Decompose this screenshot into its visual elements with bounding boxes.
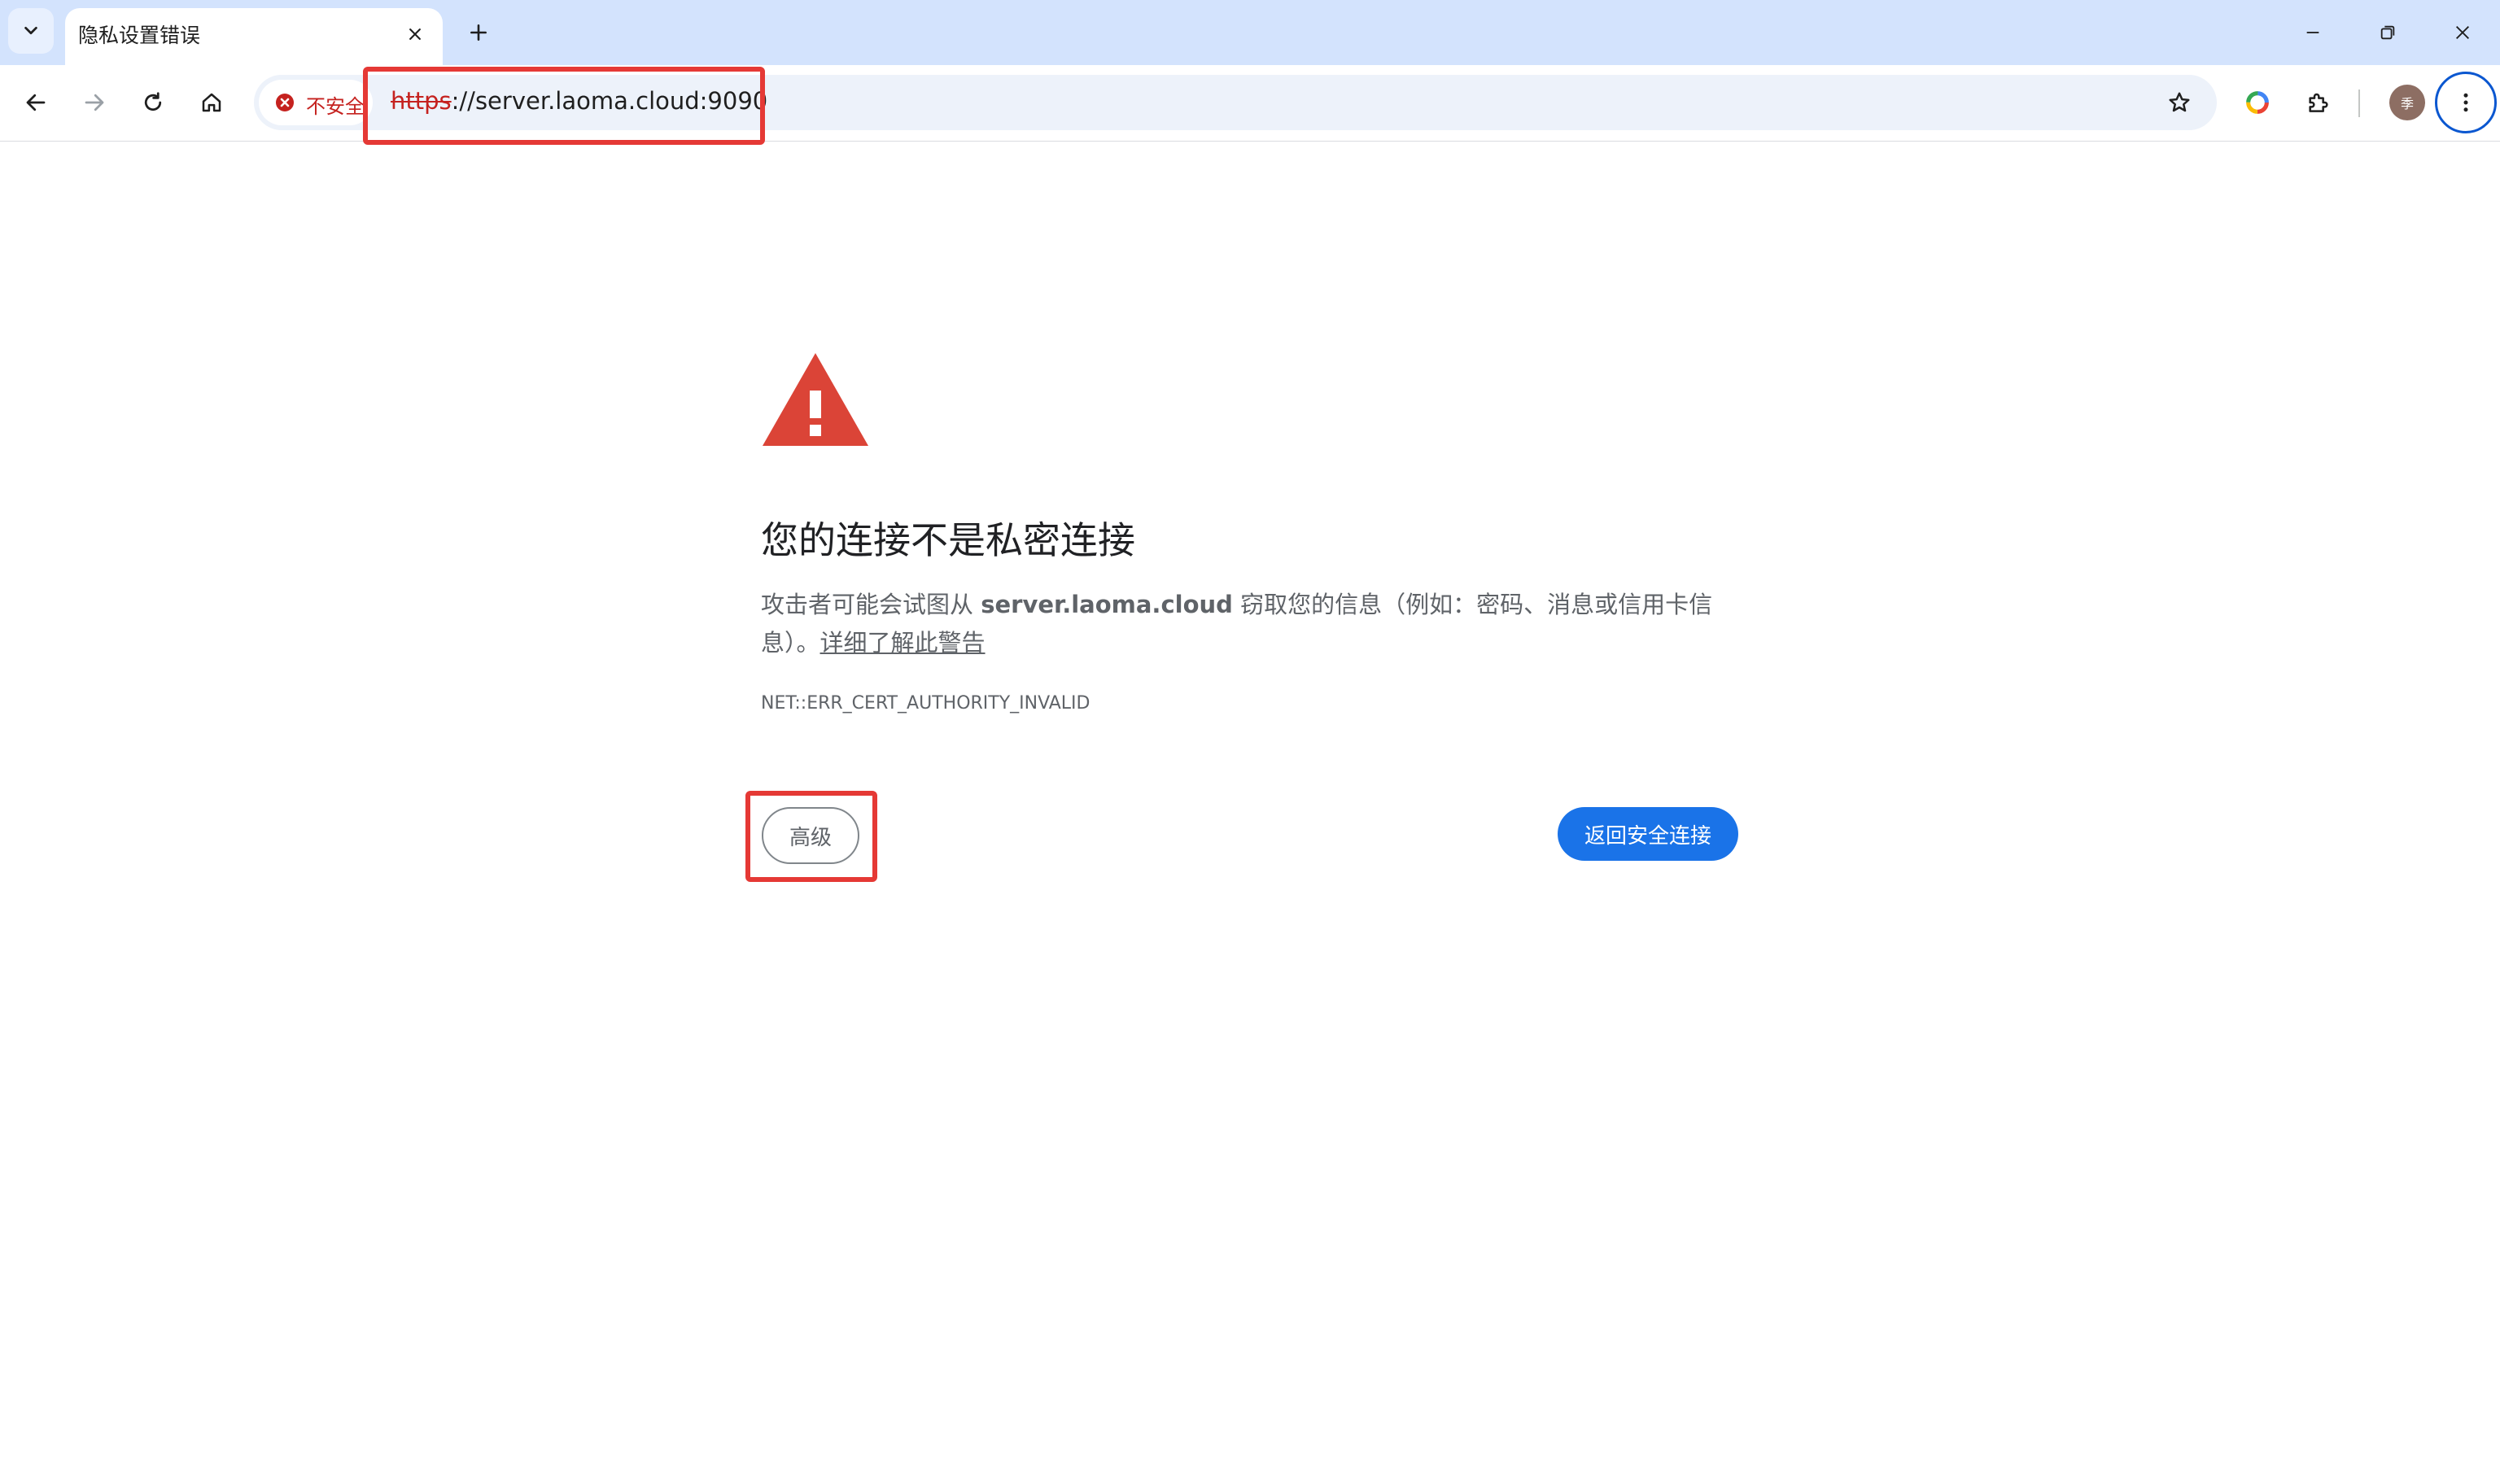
star-icon (2169, 92, 2190, 112)
google-icon (2246, 91, 2269, 114)
home-button[interactable] (189, 80, 234, 125)
explanation-text-before: 攻击者可能会试图从 (761, 591, 981, 618)
error-circle-icon (276, 94, 294, 111)
chevron-down-icon (24, 26, 37, 35)
minimize-icon (2306, 32, 2319, 33)
restore-icon (2380, 25, 2395, 40)
restore-button[interactable] (2363, 10, 2412, 55)
url-text[interactable]: https://server.laoma.cloud:9090 (391, 87, 767, 115)
url-scheme: https (391, 87, 452, 115)
new-tab-button[interactable] (461, 15, 496, 50)
reload-button[interactable] (130, 80, 176, 125)
tab-strip: 隐私设置错误 (0, 0, 2500, 65)
active-tab[interactable]: 隐私设置错误 (65, 8, 443, 65)
advanced-button[interactable]: 高级 (762, 807, 859, 864)
tab-close-button[interactable] (402, 21, 428, 47)
not-secure-label: 不安全 (306, 95, 365, 118)
extensions-button[interactable] (2295, 80, 2340, 125)
bookmark-button[interactable] (2157, 80, 2202, 125)
close-icon (2456, 26, 2469, 39)
puzzle-icon (2309, 93, 2328, 112)
error-code: NET::ERR_CERT_AUTHORITY_INVALID (761, 693, 1090, 714)
close-icon (409, 28, 421, 40)
plus-icon (470, 24, 487, 41)
arrow-right-icon (85, 94, 104, 111)
explanation-paragraph: 攻击者可能会试图从 server.laoma.cloud 窃取您的信息（例如：密… (761, 586, 1746, 662)
profile-avatar[interactable]: 季 (2389, 85, 2425, 120)
reload-icon (144, 92, 162, 111)
address-bar[interactable]: 不安全 https://server.laoma.cloud:9090 (254, 75, 2217, 130)
home-icon (202, 93, 221, 112)
google-extension-button[interactable] (2235, 80, 2280, 125)
browser-menu-button[interactable] (2435, 72, 2497, 133)
url-host: ://server.laoma.cloud:9090 (451, 87, 768, 115)
hostname: server.laoma.cloud (981, 591, 1233, 618)
tab-title: 隐私设置错误 (78, 24, 201, 47)
tab-search-button[interactable] (8, 8, 54, 54)
back-button[interactable] (13, 80, 59, 125)
back-to-safety-button[interactable]: 返回安全连接 (1558, 807, 1738, 861)
page-title: 您的连接不是私密连接 (761, 518, 1135, 562)
arrow-left-icon (26, 94, 46, 111)
warning-triangle-icon (763, 353, 868, 446)
toolbar-divider (2358, 89, 2360, 117)
close-window-button[interactable] (2438, 10, 2487, 55)
minimize-button[interactable] (2288, 10, 2337, 55)
learn-more-link[interactable]: 详细了解此警告 (820, 629, 986, 657)
toolbar: 不安全 https://server.laoma.cloud:9090 季 (0, 65, 2500, 142)
security-indicator[interactable]: 不安全 (259, 80, 373, 125)
kebab-menu-icon (2463, 93, 2468, 112)
forward-button[interactable] (72, 80, 117, 125)
